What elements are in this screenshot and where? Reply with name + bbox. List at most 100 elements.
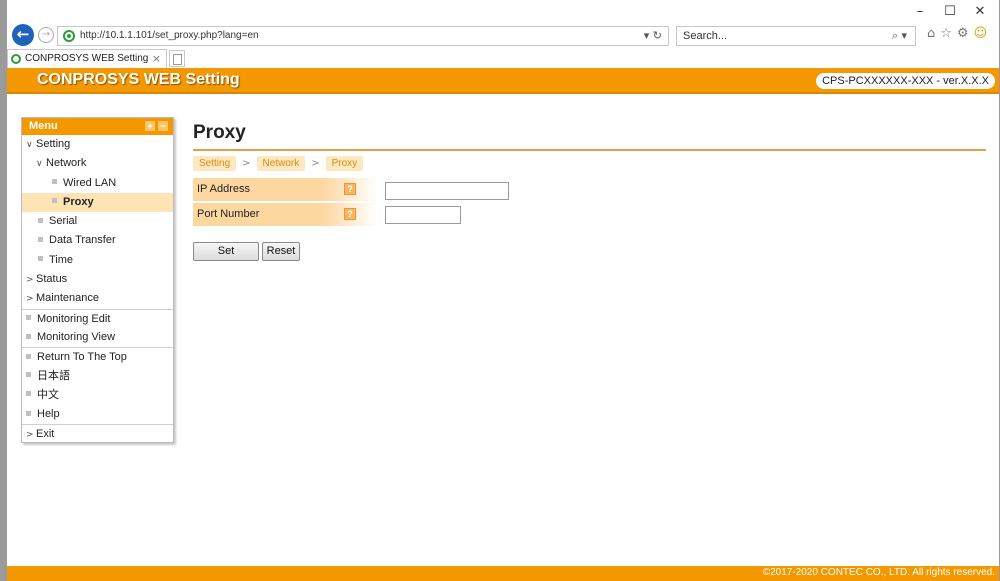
- tab-title: CONPROSYS WEB Setting: [25, 53, 149, 64]
- chevron-right-icon: >: [26, 430, 34, 441]
- ip-address-row: IP Address ?: [193, 178, 378, 201]
- app-title: CONPROSYS WEB Setting: [37, 71, 240, 88]
- window-controls: – ☐ ✕: [905, 4, 995, 19]
- sidebar-item-label: Setting: [36, 138, 71, 150]
- sidebar-item-label: Wired LAN: [63, 176, 117, 189]
- port-number-row: Port Number ?: [193, 203, 378, 226]
- sidebar-item-label: Return To The Top: [37, 351, 127, 364]
- favorites-star-icon[interactable]: ☆: [940, 26, 952, 41]
- bullet-icon: [26, 353, 31, 359]
- port-number-label: Port Number: [197, 208, 260, 220]
- sidebar-item-label: 中文: [37, 388, 59, 401]
- site-favicon-icon: [11, 54, 21, 64]
- url-text[interactable]: http://10.1.1.101/set_proxy.php?lang=en: [80, 30, 259, 41]
- site-favicon-icon: [63, 30, 75, 42]
- set-button[interactable]: Set: [193, 242, 259, 261]
- bullet-icon: [38, 237, 43, 243]
- sidebar-item-label: Serial: [49, 215, 78, 228]
- sidebar-menu: Menu + − ∨ Setting ∨ Network Wired LAN Pro…: [21, 117, 174, 443]
- minimize-icon[interactable]: –: [905, 4, 935, 19]
- breadcrumb-item-network[interactable]: Network: [256, 156, 306, 171]
- version-badge: CPS-PCXXXXXX-XXX - ver.X.X.X: [816, 73, 995, 89]
- ip-address-label: IP Address: [197, 183, 250, 195]
- footer: ©2017-2020 CONTEC CO., LTD. All rights r…: [7, 566, 999, 581]
- new-tab-icon[interactable]: [169, 50, 185, 67]
- sidebar-item-label: Maintenance: [36, 292, 99, 305]
- chevron-down-icon: ∨: [36, 159, 43, 170]
- settings-gear-icon[interactable]: ⚙: [957, 26, 969, 41]
- sidebar-item-time[interactable]: Time: [22, 251, 173, 270]
- bullet-icon: [26, 315, 31, 321]
- sidebar-item-monitoring-view[interactable]: Monitoring View: [22, 328, 173, 347]
- sidebar-item-status[interactable]: > Status: [22, 270, 173, 289]
- sidebar-item-label: Time: [49, 253, 74, 266]
- bullet-icon: [26, 391, 31, 397]
- browser-search-input[interactable]: Search... ⌕ ▾: [676, 26, 916, 46]
- sidebar-item-label: Monitoring Edit: [37, 312, 111, 325]
- sidebar-item-wired-lan[interactable]: Wired LAN: [22, 174, 173, 193]
- smiley-feedback-icon[interactable]: ☺: [974, 26, 988, 41]
- home-icon[interactable]: ⌂: [927, 26, 935, 41]
- sidebar-item-monitoring-edit[interactable]: Monitoring Edit: [22, 308, 173, 328]
- ip-address-input[interactable]: [385, 182, 509, 200]
- title-divider: [193, 149, 986, 151]
- bullet-icon: [52, 179, 57, 185]
- sidebar-item-network[interactable]: ∨ Network: [22, 154, 173, 173]
- close-icon[interactable]: ✕: [965, 4, 995, 19]
- sidebar-item-maintenance[interactable]: > Maintenance: [22, 289, 173, 308]
- app-header: CONPROSYS WEB Setting CPS-PCXXXXXX-XXX -…: [7, 68, 999, 94]
- bullet-icon: [26, 410, 31, 416]
- collapse-all-icon[interactable]: −: [158, 121, 168, 131]
- forward-arrow-icon[interactable]: →: [38, 27, 54, 43]
- back-arrow-icon[interactable]: ←: [12, 24, 34, 46]
- sidebar-item-label: Data Transfer: [49, 234, 116, 247]
- sidebar-item-label: Proxy: [63, 195, 94, 208]
- sidebar-item-label: Status: [36, 273, 68, 286]
- sidebar-item-label: Network: [46, 157, 87, 170]
- sidebar-item-help[interactable]: Help: [22, 405, 173, 424]
- menu-header: Menu + −: [22, 118, 173, 135]
- bullet-icon: [38, 256, 43, 262]
- sidebar-item-label: Help: [37, 408, 60, 421]
- chevron-down-icon: ∨: [26, 140, 33, 150]
- chevron-right-icon: >: [26, 294, 34, 305]
- sidebar-item-label: Exit: [36, 428, 55, 441]
- breadcrumb: Setting > Network > Proxy: [193, 156, 364, 171]
- sidebar-item-proxy[interactable]: Proxy: [22, 192, 173, 213]
- help-question-icon[interactable]: ?: [344, 208, 356, 220]
- bullet-icon: [52, 198, 57, 204]
- help-question-icon[interactable]: ?: [344, 183, 356, 195]
- refresh-icon[interactable]: ▾ ↻: [644, 29, 662, 42]
- search-icon[interactable]: ⌕ ▾: [892, 29, 907, 43]
- browser-chrome: – ☐ ✕ ← → http://10.1.1.101/set_proxy.ph…: [7, 0, 999, 68]
- expand-all-icon[interactable]: +: [145, 121, 155, 131]
- maximize-icon[interactable]: ☐: [935, 4, 965, 19]
- bullet-icon: [26, 333, 31, 339]
- page-title: Proxy: [193, 122, 246, 143]
- sidebar-item-exit[interactable]: > Exit: [22, 424, 173, 443]
- browser-tab[interactable]: CONPROSYS WEB Setting ×: [7, 49, 167, 68]
- sidebar-item-chinese[interactable]: 中文: [22, 386, 173, 405]
- sidebar-item-japanese[interactable]: 日本語: [22, 367, 173, 386]
- sidebar-item-label: 日本語: [37, 369, 70, 382]
- copyright-text: ©2017-2020 CONTEC CO., LTD. All rights r…: [762, 567, 995, 578]
- breadcrumb-separator: >: [311, 158, 320, 169]
- sidebar-item-serial[interactable]: Serial: [22, 212, 173, 231]
- breadcrumb-separator: >: [242, 158, 251, 169]
- reset-button[interactable]: Reset: [262, 242, 300, 261]
- search-placeholder: Search...: [683, 30, 728, 42]
- sidebar-item-label: Monitoring View: [37, 330, 116, 343]
- bullet-icon: [26, 372, 31, 378]
- browser-toolbar: ⌂ ☆ ⚙ ☺: [927, 26, 987, 41]
- breadcrumb-item-proxy: Proxy: [325, 156, 364, 171]
- sidebar-item-data-transfer[interactable]: Data Transfer: [22, 231, 173, 250]
- breadcrumb-item-setting[interactable]: Setting: [193, 156, 237, 171]
- sidebar-item-setting[interactable]: ∨ Setting: [22, 135, 173, 154]
- sidebar-item-return-top[interactable]: Return To The Top: [22, 347, 173, 366]
- address-bar[interactable]: http://10.1.1.101/set_proxy.php?lang=en …: [57, 26, 669, 46]
- menu-title: Menu: [29, 120, 58, 132]
- port-number-input[interactable]: [385, 206, 461, 224]
- bullet-icon: [38, 217, 43, 223]
- chevron-right-icon: >: [26, 275, 34, 286]
- close-icon[interactable]: ×: [152, 52, 161, 65]
